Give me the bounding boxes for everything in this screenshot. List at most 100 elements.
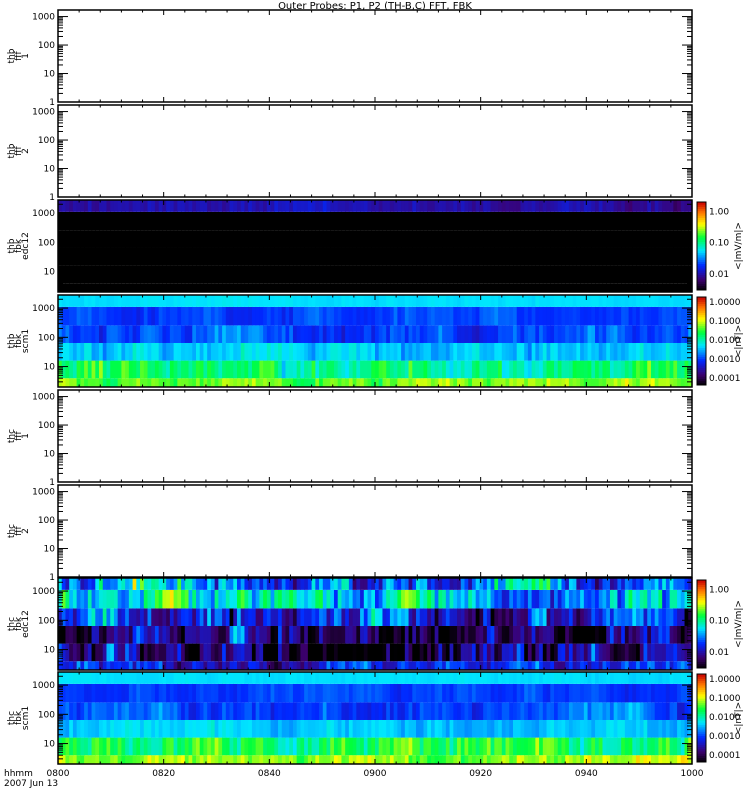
spectrogram-cell: [110, 719, 115, 738]
spectrogram-cell: [248, 625, 253, 644]
spectrogram-cell: [169, 295, 175, 307]
spectrogram-cell: [87, 672, 93, 684]
spectrogram-cell: [565, 283, 570, 292]
spectrogram-cell: [401, 683, 406, 703]
y-tick-label: 1: [49, 98, 55, 108]
spectrogram-cell: [307, 265, 313, 284]
spectrogram-cell: [557, 378, 563, 387]
spectrogram-cell: [550, 342, 555, 361]
spectrogram-cell: [512, 683, 518, 703]
spectrogram-cell: [69, 230, 74, 248]
spectrogram-cell: [602, 325, 607, 343]
spectrogram-cell: [199, 265, 205, 284]
spectrogram-cell: [606, 211, 611, 231]
spectrogram-cell: [382, 643, 387, 662]
spectrogram-cell: [524, 672, 529, 684]
spectrogram-cell: [106, 325, 111, 343]
spectrogram-cell: [449, 625, 454, 644]
spectrogram-cell: [568, 672, 574, 684]
spectrogram-cell: [408, 325, 413, 343]
spectrogram-cell: [442, 342, 447, 361]
spectrogram-cell: [397, 360, 402, 379]
spectrogram-cell: [166, 578, 171, 590]
spectrogram-cell: [408, 211, 413, 231]
spectrogram-cell: [233, 719, 238, 738]
spectrogram-cell: [643, 247, 648, 266]
spectrogram-cell: [147, 265, 152, 284]
spectrogram-cell: [285, 211, 290, 231]
spectrogram-cell: [572, 295, 577, 307]
spectrogram-cell: [91, 719, 96, 738]
spectrogram-cell: [203, 325, 208, 343]
spectrogram-cell: [322, 378, 328, 387]
spectrogram-cell: [337, 200, 343, 212]
spectrogram-cell: [173, 755, 178, 764]
spectrogram-cell: [154, 737, 160, 756]
spectrogram-cell: [486, 643, 492, 662]
spectrogram-cell: [69, 247, 74, 266]
spectrogram-cell: [602, 283, 607, 292]
spectrogram-cell: [512, 342, 518, 361]
spectrogram-cell: [304, 306, 309, 326]
spectrogram-cell: [237, 265, 242, 284]
spectrogram-cell: [658, 265, 663, 284]
spectrogram-cell: [95, 342, 100, 361]
spectrogram-cell: [225, 306, 231, 326]
spectrogram-cell: [154, 578, 160, 590]
spectrogram-cell: [348, 608, 354, 626]
spectrogram-cell: [251, 719, 257, 738]
spectrogram-cell: [136, 360, 141, 379]
spectrogram-cell: [468, 578, 473, 590]
spectrogram-cell: [587, 755, 592, 764]
spectrogram-cell: [266, 625, 272, 644]
spectrogram-cell: [125, 608, 130, 626]
spectrogram-cell: [453, 702, 458, 720]
spectrogram-cell: [434, 608, 439, 626]
spectrogram-cell: [274, 265, 279, 284]
spectrogram-cell: [162, 719, 167, 738]
spectrogram-cell: [345, 719, 350, 738]
spectrogram-cell: [665, 643, 671, 662]
spectrogram-cell: [192, 702, 197, 720]
spectrogram-cell: [639, 342, 645, 361]
spectrogram-cell: [203, 625, 208, 644]
spectrogram-cell: [274, 672, 279, 684]
spectrogram-cell: [602, 608, 607, 626]
spectrogram-cell: [154, 702, 160, 720]
spectrogram-cell: [352, 283, 357, 292]
spectrogram-cell: [617, 211, 622, 231]
spectrogram-cell: [408, 306, 413, 326]
spectrogram-cell: [680, 283, 686, 292]
spectrogram-cell: [99, 578, 104, 590]
spectrogram-cell: [311, 672, 316, 684]
spectrogram-cell: [416, 589, 421, 609]
spectrogram-cell: [490, 200, 495, 212]
spectrogram-cell: [658, 608, 663, 626]
spectrogram-cell: [259, 325, 264, 343]
spectrogram-cell: [192, 578, 197, 590]
spectrogram-cell: [322, 643, 328, 662]
spectrogram-cell: [621, 342, 626, 361]
spectrogram-cell: [95, 306, 100, 326]
spectrogram-cell: [378, 643, 384, 662]
spectrogram-cell: [192, 306, 197, 326]
spectrogram-cell: [636, 608, 641, 626]
spectrogram-cell: [76, 737, 81, 756]
spectrogram-cell: [270, 737, 275, 756]
spectrogram-cell: [505, 283, 510, 292]
spectrogram-cell: [665, 342, 671, 361]
spectrogram-cell: [281, 325, 287, 343]
spectrogram-cell: [136, 578, 141, 590]
spectrogram-cell: [531, 643, 536, 662]
spectrogram-cell: [609, 283, 615, 292]
spectrogram-cell: [535, 342, 540, 361]
spectrogram-cell: [453, 200, 458, 212]
spectrogram-cell: [99, 295, 104, 307]
spectrogram-cell: [229, 737, 234, 756]
spectrogram-cell: [423, 247, 428, 266]
spectrogram-cell: [591, 589, 596, 609]
spectrogram-cell: [184, 755, 190, 764]
spectrogram-cell: [580, 360, 585, 379]
spectrogram-cell: [65, 360, 70, 379]
spectrogram-cell: [240, 283, 246, 292]
